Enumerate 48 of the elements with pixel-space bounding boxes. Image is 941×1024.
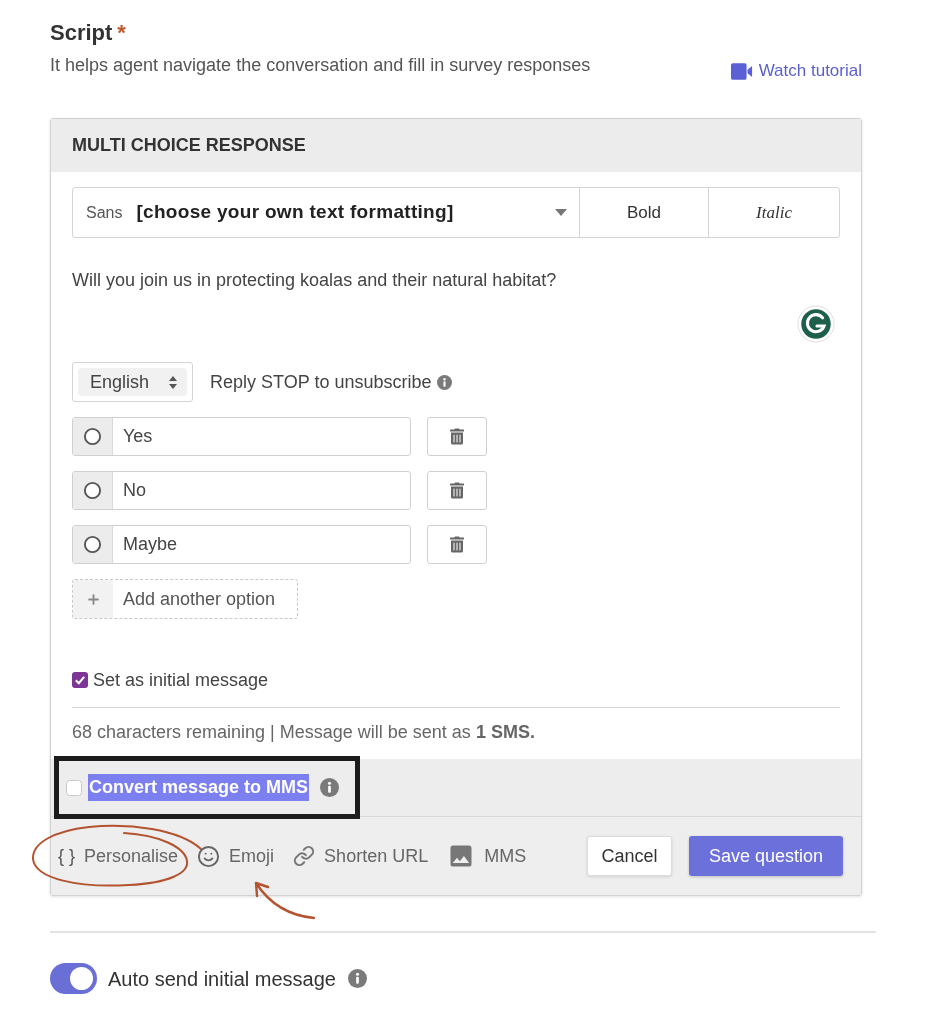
save-button[interactable]: Save question — [689, 836, 843, 876]
braces-icon: { } — [58, 847, 76, 865]
message-text: Will you join us in protecting koalas and their natural habitat? — [72, 269, 558, 292]
delete-button[interactable] — [427, 471, 487, 510]
info-icon — [320, 778, 340, 797]
checkbox[interactable] — [72, 672, 88, 688]
italic-button[interactable]: Italic — [709, 188, 839, 237]
plus-icon — [85, 591, 101, 607]
radio-button[interactable] — [83, 427, 102, 446]
trash-icon — [450, 482, 464, 499]
required-mark: * — [117, 19, 126, 47]
add-option-button[interactable]: Add another option — [72, 579, 298, 619]
mms-label: Convert message to MMS — [88, 774, 310, 801]
opt-out-text: Reply STOP to unsubscribe — [210, 370, 432, 394]
section-title: Script — [50, 19, 113, 47]
language-select[interactable]: English — [72, 362, 193, 402]
checkbox[interactable] — [66, 779, 82, 796]
watch-tutorial-link[interactable]: Watch tutorial — [730, 61, 862, 81]
trash-icon — [450, 428, 464, 445]
option-input[interactable]: No — [72, 471, 411, 510]
character-counter: 68 characters remaining | Message will be sent as 1 SMS. — [72, 721, 536, 744]
info-icon — [437, 374, 453, 390]
card-title: MULTI CHOICE RESPONSE — [72, 134, 306, 157]
emoji-button[interactable]: Emoji — [197, 842, 275, 870]
info-icon — [347, 969, 367, 988]
bold-button[interactable]: Bold — [580, 188, 709, 237]
personalise-button[interactable]: { } Personalise — [58, 842, 179, 870]
select-arrows-icon — [169, 375, 177, 389]
font-dropdown[interactable]: Sans [choose your own text formatting] — [73, 188, 580, 237]
link-icon — [293, 845, 316, 867]
trash-icon — [450, 536, 464, 553]
option-input[interactable]: Yes — [72, 417, 411, 456]
auto-send-label: Auto send initial message — [108, 966, 336, 992]
mms-button[interactable]: MMS — [447, 842, 527, 870]
section-subtitle: It helps agent navigate the conversation and fill in survey responses — [50, 54, 591, 77]
shorten-url-button[interactable]: Shorten URL — [293, 842, 429, 870]
option-input[interactable]: Maybe — [72, 525, 411, 564]
radio-button[interactable] — [83, 535, 102, 554]
cancel-button[interactable]: Cancel — [587, 836, 672, 876]
g-logo-icon — [797, 305, 835, 343]
checkbox-label: Set as initial message — [93, 669, 269, 692]
delete-button[interactable] — [427, 525, 487, 564]
video-camera-icon — [730, 62, 753, 80]
toggle-switch[interactable] — [50, 963, 97, 994]
caret-down-icon — [555, 209, 567, 216]
smiley-icon — [197, 844, 221, 868]
radio-button[interactable] — [83, 481, 102, 500]
delete-button[interactable] — [427, 417, 487, 456]
